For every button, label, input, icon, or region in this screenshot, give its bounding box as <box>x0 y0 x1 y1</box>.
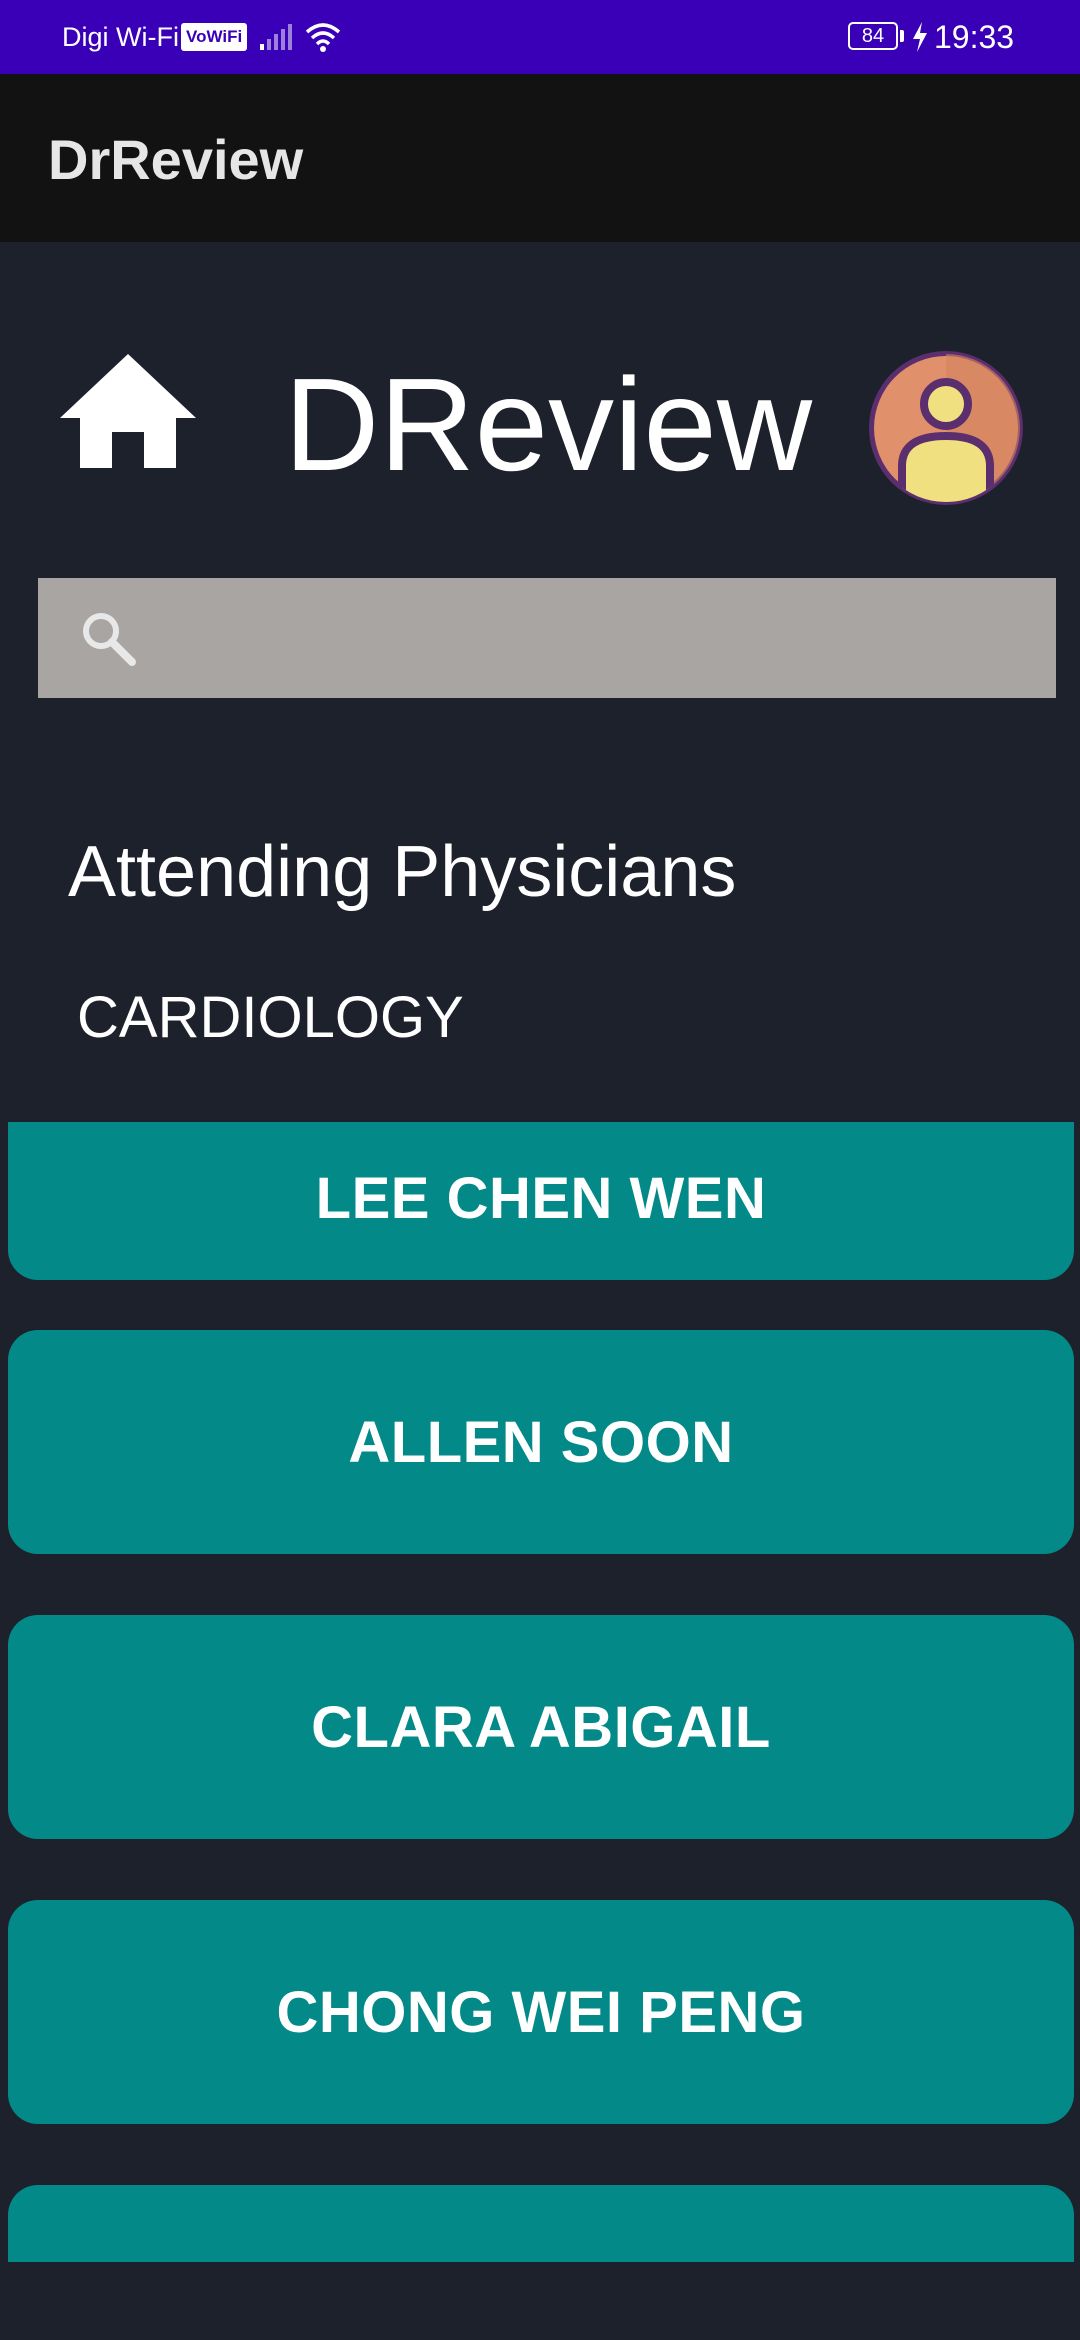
battery-icon: 84 <box>848 22 898 50</box>
search-bar[interactable] <box>38 578 1056 698</box>
home-icon[interactable] <box>58 352 198 470</box>
battery-tip <box>900 30 904 42</box>
doctor-card[interactable]: CLARA ABIGAIL <box>8 1615 1074 1839</box>
status-bar: Digi Wi-Fi VoWiFi 84 19:33 <box>0 0 1080 74</box>
section-title: Attending Physicians <box>68 832 737 912</box>
doctor-list[interactable]: LEE CHEN WEN ALLEN SOON CLARA ABIGAIL CH… <box>0 1122 1080 2262</box>
search-icon <box>83 613 136 666</box>
doctor-card[interactable]: CHONG WEI PENG <box>8 1900 1074 2124</box>
app-bar-title: DrReview <box>48 128 304 191</box>
charging-bolt-icon <box>913 22 927 52</box>
vowifi-badge: VoWiFi <box>181 23 248 51</box>
signal-icon <box>260 24 292 50</box>
doctor-card[interactable]: ALLEN SOON <box>8 1330 1074 1554</box>
search-input[interactable] <box>158 598 1032 680</box>
doctor-name: CLARA ABIGAIL <box>311 1694 771 1760</box>
doctor-name: ALLEN SOON <box>348 1409 734 1475</box>
app-bar: DrReview <box>0 74 1080 242</box>
carrier-label: Digi Wi-Fi <box>62 22 179 52</box>
doctor-name: LEE CHEN WEN <box>315 1165 767 1231</box>
department-label: CARDIOLOGY <box>77 985 464 1050</box>
wifi-icon <box>305 23 341 52</box>
brand-title: DReview <box>284 351 813 498</box>
clock: 19:33 <box>934 19 1015 55</box>
doctor-card[interactable]: LEE CHEN WEN <box>8 1122 1074 1280</box>
user-avatar-icon[interactable] <box>866 348 1026 508</box>
doctor-name: CHONG WEI PENG <box>276 1979 806 2045</box>
doctor-card[interactable] <box>8 2185 1074 2262</box>
